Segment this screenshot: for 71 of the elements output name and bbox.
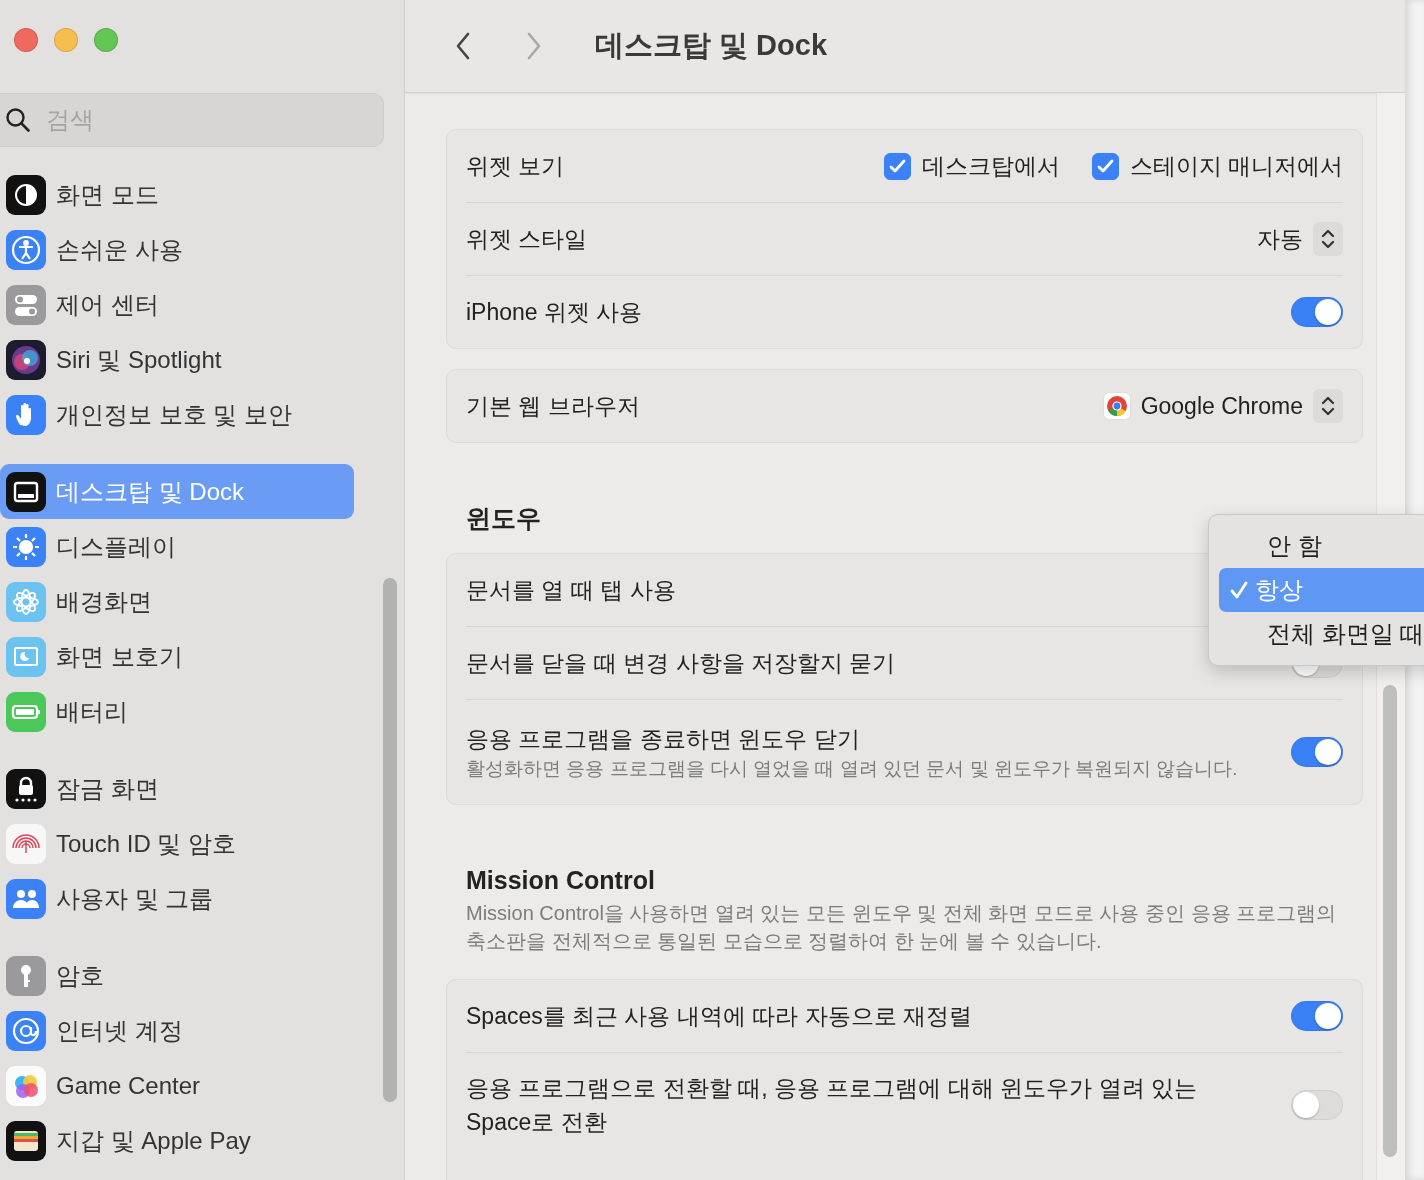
sidebar-item[interactable]: 지갑 및 Apple Pay [0,1113,354,1168]
setting-description: 활성화하면 응용 프로그램을 다시 열었을 때 열려 있던 문서 및 윈도우가 복원되지 않습니다. [466,757,1238,781]
display-mode-icon [6,174,46,215]
sidebar-item[interactable]: Siri 및 Spotlight [0,332,354,387]
screensaver-icon [6,636,46,677]
stepper-icon [1313,389,1343,423]
sidebar-item[interactable]: 디스플레이 [0,519,354,574]
sidebar-item[interactable]: Game Center [0,1058,354,1113]
section-title: Mission Control [466,865,656,896]
accessibility-icon [6,229,46,270]
sidebar-item[interactable]: 제어 센터 [0,277,354,332]
sidebar-item[interactable]: 암호 [0,948,354,1003]
battery-icon [6,691,46,732]
menu-item[interactable]: 전체 화면일 때 [1219,612,1424,656]
checkbox-label: 데스크탑에서 [921,151,1060,181]
sidebar-item[interactable]: Touch ID 및 암호 [0,816,354,871]
menu-item[interactable]: 안 함 [1219,524,1424,568]
toggles-icon [6,284,46,325]
minimize-button[interactable] [54,28,78,52]
sidebar-item[interactable]: 배경화면 [0,574,354,629]
popup-button[interactable]: Google Chrome [1102,389,1343,423]
setting-label: 문서를 열 때 탭 사용 [466,576,676,605]
setting-label: 기본 웹 브라우저 [466,392,640,421]
setting-label: 위젯 스타일 [466,225,588,254]
sidebar-item[interactable]: 개인정보 보호 및 보안 [0,387,354,442]
back-chevron-icon [455,31,471,61]
dock-icon [6,471,46,512]
sidebar-item[interactable]: 손쉬운 사용 [0,222,354,277]
sun-icon [6,526,46,567]
section-title: 윈도우 [466,503,542,534]
setting-label: Spaces를 최근 사용 내역에 따라 자동으로 재정렬 [466,1002,973,1031]
sidebar-item[interactable]: 배터리 [0,684,354,739]
window-title: 데스크탑 및 Dock [595,28,828,63]
stepper-icon [1313,222,1343,256]
checkbox-label: 스테이지 매니저에서 [1129,151,1343,181]
lock-icon [6,768,46,809]
setting-label: 응용 프로그램으로 전환할 때, 응용 프로그램에 대해 윈도우가 열려 있는 Space로 전환 [466,1074,1198,1137]
browser-icon [1102,392,1131,420]
zoom-button[interactable] [94,28,118,52]
key-icon [6,955,46,996]
sidebar-item[interactable]: 화면 모드 [0,167,354,222]
checkbox[interactable] [883,152,911,180]
toggle-switch[interactable] [1291,1090,1343,1120]
setting-label: 문서를 닫을 때 변경 사항을 저장할지 묻기 [466,649,896,678]
sidebar-item[interactable]: 인터넷 계정 [0,1003,354,1058]
checkbox[interactable] [1091,152,1119,180]
sidebar-item[interactable]: 잠금 화면 [0,761,354,816]
wallet-icon [6,1120,46,1161]
hand-icon [6,394,46,435]
toggle-switch[interactable] [1291,1001,1343,1031]
toggle-switch[interactable] [1291,297,1343,327]
people-icon [6,878,46,919]
flower-icon [6,581,46,622]
sidebar-item[interactable]: 사용자 및 그룹 [0,871,354,926]
at-sign-icon [6,1010,46,1051]
setting-label: iPhone 위젯 사용 [466,298,643,327]
setting-label: 응용 프로그램을 종료하면 윈도우 닫기 [466,725,861,754]
orb-icon [6,339,46,380]
fingerprint-icon [6,823,46,864]
bubbles-icon [6,1065,46,1106]
section-description: Mission Control을 사용하면 열려 있는 모든 윈도우 및 전체 화면 모드로 사용 중인 응용 프로그램의 축소판을 전체적으로 통일된 모습으로 정렬하여 한 눈에 볼 수 있습니다. [466,901,1338,954]
sidebar-item[interactable]: 화면 보호기 [0,629,354,684]
toggle-switch[interactable] [1291,737,1343,767]
scrollbar[interactable] [1383,685,1397,1157]
forward-chevron-icon [526,31,542,61]
popup-button[interactable]: 자동 [1257,222,1343,256]
search-icon [5,107,31,133]
scrollbar[interactable] [383,578,397,1102]
close-button[interactable] [14,28,38,52]
setting-label: 위젯 보기 [466,152,565,181]
checkmark-icon [1229,580,1249,600]
